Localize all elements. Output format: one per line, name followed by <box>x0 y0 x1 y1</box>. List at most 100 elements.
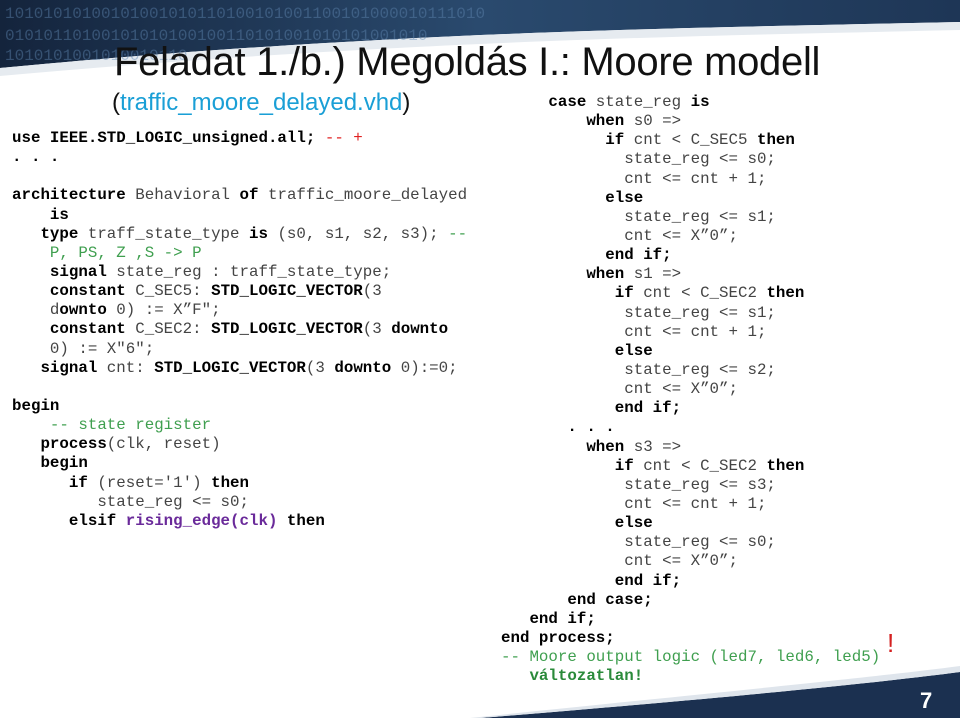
code-line: elsif rising_edge(clk) then <box>12 512 467 531</box>
code-token: constant <box>12 282 126 301</box>
code-line: if (reset='1') then <box>12 474 467 493</box>
code-token: ownto <box>59 301 107 320</box>
code-token: P, PS, Z ,S -> P <box>12 243 202 262</box>
code-line: end if; <box>501 399 880 418</box>
code-line: -- Moore output logic (led7, led6, led5) <box>501 648 880 667</box>
code-token: else <box>501 514 653 533</box>
code-token: 0):=0; <box>391 358 458 377</box>
code-line: 0) := X"6"; <box>12 340 467 359</box>
code-token: then <box>277 511 325 530</box>
code-token: -- Moore output logic (led7, led6, led5) <box>501 648 881 667</box>
code-token: if <box>12 473 88 492</box>
code-line: constant C_SEC5: STD_LOGIC_VECTOR(3 <box>12 282 467 301</box>
code-line: state_reg <= s1; <box>501 304 880 323</box>
code-line: változatlan! <box>501 667 880 686</box>
code-line: state_reg <= s2; <box>501 361 880 380</box>
code-token: cnt < C_SEC2 <box>633 456 767 475</box>
code-line: is <box>12 206 467 225</box>
code-line: use IEEE.STD_LOGIC_unsigned.all; -- + <box>12 129 467 148</box>
code-token: begin <box>12 396 60 415</box>
code-token: signal <box>12 262 107 281</box>
code-token: if <box>501 456 634 475</box>
code-token: elsif <box>12 511 126 530</box>
subtitle-paren-open: ( <box>112 89 120 116</box>
code-line: else <box>501 342 880 361</box>
code-line: state_reg <= s0; <box>12 493 467 512</box>
code-line: downto 0) := X”F"; <box>12 301 467 320</box>
code-token: state_reg <= s1; <box>501 303 776 322</box>
code-token: s1 => <box>624 265 682 284</box>
code-line: P, PS, Z ,S -> P <box>12 244 467 263</box>
code-token: 0) := X"6"; <box>12 339 155 358</box>
code-line: end process; <box>501 629 880 648</box>
code-line: signal cnt: STD_LOGIC_VECTOR(3 downto 0)… <box>12 359 467 378</box>
code-token: -- <box>448 224 468 243</box>
code-token: is <box>249 224 268 243</box>
code-token: signal <box>12 358 98 377</box>
code-token: C_SEC2: <box>125 320 212 339</box>
code-token: else <box>501 188 644 207</box>
code-token: cnt <= cnt + 1; <box>501 322 767 341</box>
code-block-right: case state_reg is when s0 => if cnt < C_… <box>501 93 880 686</box>
code-line: end if; <box>501 246 880 265</box>
code-line: state_reg <= s0; <box>501 150 880 169</box>
code-token: (reset='1') <box>87 473 212 492</box>
code-token: state_reg <= s0; <box>501 533 776 552</box>
subtitle-filename: traffic_moore_delayed.vhd <box>120 89 403 116</box>
code-token: cnt: <box>97 358 155 377</box>
code-token: . . . <box>12 148 60 167</box>
code-line: architecture Behavioral of traffic_moore… <box>12 186 467 205</box>
slide-title: Feladat 1./b.) Megoldás I.: Moore modell <box>114 40 821 84</box>
code-token: cnt <= X”0”; <box>501 552 738 571</box>
subtitle-paren-close: ) <box>402 89 411 116</box>
code-token: begin <box>12 454 88 473</box>
code-token: 0) := X”F"; <box>106 301 221 320</box>
code-token: state_reg <= s0; <box>12 492 249 511</box>
code-line: signal state_reg : traff_state_type; <box>12 263 467 282</box>
code-line: else <box>501 189 880 208</box>
code-token: then <box>766 284 805 303</box>
code-token: (3 <box>362 282 382 301</box>
code-token: end if; <box>501 399 682 418</box>
code-token: -- state register <box>12 416 212 435</box>
code-token: cnt < C_SEC5 <box>624 131 757 150</box>
code-token: cnt < C_SEC2 <box>633 284 767 303</box>
code-line: constant C_SEC2: STD_LOGIC_VECTOR(3 down… <box>12 320 467 339</box>
code-line: cnt <= X”0”; <box>501 552 880 571</box>
code-token: then <box>211 473 250 492</box>
code-token: end if; <box>501 571 682 590</box>
code-line: begin <box>12 397 467 416</box>
code-line: cnt <= X”0”; <box>501 380 880 399</box>
code-token: state_reg <= s2; <box>501 360 776 379</box>
code-token: -- + <box>324 129 363 147</box>
code-token: if <box>501 131 625 150</box>
code-token: is <box>12 205 69 224</box>
code-token: cnt <= cnt + 1; <box>501 169 767 188</box>
code-line: end if; <box>501 610 880 629</box>
code-line: type traff_state_type is (s0, s1, s2, s3… <box>12 225 467 244</box>
code-token: type <box>12 224 79 243</box>
code-token: rising_edge(clk) <box>125 511 278 530</box>
code-line: when s0 => <box>501 112 880 131</box>
exclamation-mark: ! <box>887 628 895 658</box>
code-token: cnt <= X”0”; <box>501 380 738 399</box>
code-token: constant <box>12 320 126 339</box>
code-token: state_reg <= s3; <box>501 475 776 494</box>
code-line: process(clk, reset) <box>12 435 467 454</box>
code-line: state_reg <= s0; <box>501 533 880 552</box>
code-token: downto <box>334 358 392 377</box>
code-token: then <box>766 456 805 475</box>
code-token: STD_LOGIC_VECTOR <box>211 320 363 339</box>
code-token: változatlan! <box>501 667 644 686</box>
code-block-left: use IEEE.STD_LOGIC_unsigned.all; -- +. .… <box>12 129 467 531</box>
code-line: case state_reg is <box>501 93 880 112</box>
code-token: if <box>501 284 634 303</box>
code-token: s3 => <box>624 437 682 456</box>
code-line: end case; <box>501 591 880 610</box>
code-token: STD_LOGIC_VECTOR <box>211 282 363 301</box>
code-line: if cnt < C_SEC5 then <box>501 131 880 150</box>
code-token: end if; <box>501 246 672 265</box>
code-token: (s0, s1, s2, s3); <box>267 224 449 243</box>
